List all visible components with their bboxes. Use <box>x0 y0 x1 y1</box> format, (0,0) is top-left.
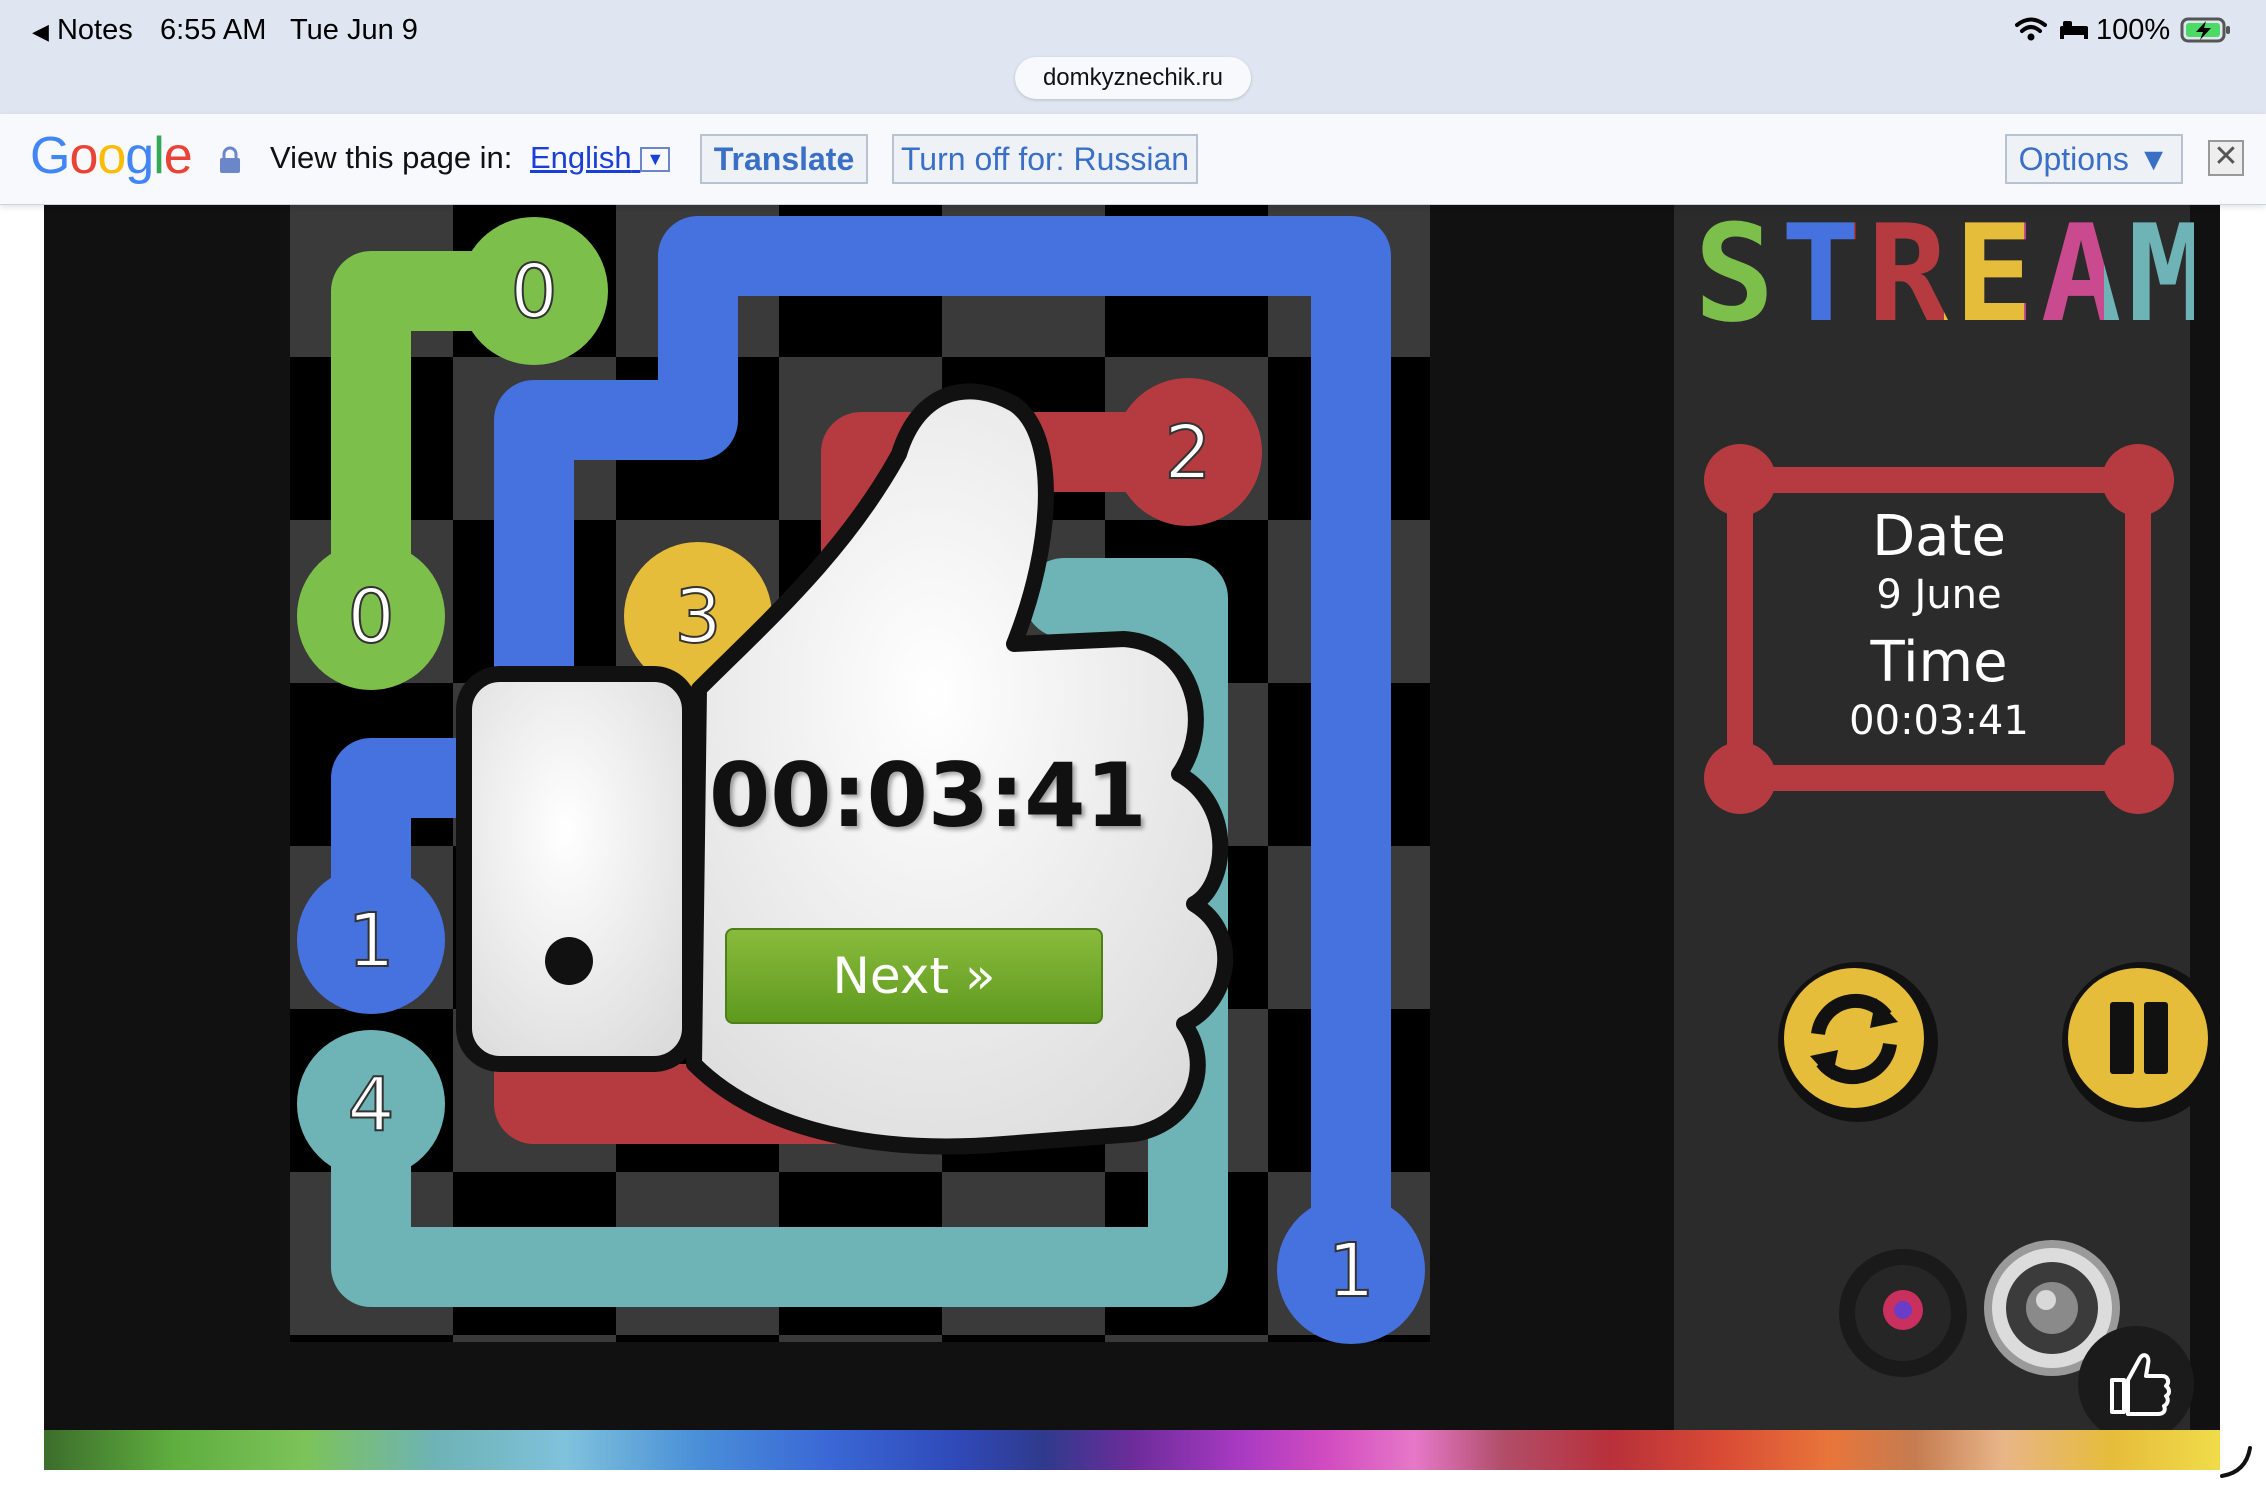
date-value: 9 June <box>1876 572 2002 618</box>
translate-prompt: View this page in: <box>270 140 513 175</box>
date-label: Date <box>1872 504 2006 569</box>
translate-bar: Google View this page in: English ▼ Tran… <box>0 114 2266 205</box>
status-time: 6:55 AM <box>160 14 267 46</box>
battery-percent: 100% <box>2096 14 2171 46</box>
page-margin-right <box>2220 204 2266 1488</box>
endpoint-green-top: 0 <box>460 217 608 365</box>
options-button[interactable]: Options ▼ <box>2005 134 2183 184</box>
like-icon[interactable] <box>2078 1326 2194 1430</box>
dropdown-arrow-icon: ▼ <box>640 147 671 173</box>
battery-charging-icon <box>2180 17 2230 43</box>
status-date: Tue Jun 9 <box>290 14 418 46</box>
wifi-icon <box>2015 17 2047 41</box>
turn-off-button[interactable]: Turn off for: Russian <box>892 134 1198 184</box>
endpoint-number: 1 <box>347 898 394 984</box>
google-logo: Google <box>30 127 193 185</box>
page-margin-left <box>0 204 44 1488</box>
cuff-dot <box>545 937 593 985</box>
side-panel: STREAM Date 9 June Time 00:03:41 <box>1674 204 2220 1430</box>
lock-icon <box>220 146 240 173</box>
url-bar[interactable]: domkyznechik.ru <box>1015 57 1251 99</box>
close-icon[interactable]: ✕ <box>2208 140 2244 176</box>
endpoint-blue-left: 1 <box>297 866 445 1014</box>
page-bottom <box>0 1470 2266 1488</box>
music-icon[interactable] <box>1838 1248 1968 1378</box>
endpoint-number: 0 <box>510 249 557 335</box>
language-select[interactable]: English ▼ <box>530 140 671 176</box>
next-button-label: Next » <box>832 947 996 1005</box>
translate-button[interactable]: Translate <box>700 134 868 184</box>
restart-icon[interactable] <box>1776 960 1940 1124</box>
endpoint-blue-right: 1 <box>1277 1196 1425 1344</box>
color-strip <box>44 1430 2220 1470</box>
game-area: 0 0 2 3 1 4 1 00:03:41 Next » STREAM Dat… <box>44 204 2220 1430</box>
endpoint-number: 1 <box>1327 1228 1374 1314</box>
url-text: domkyznechik.ru <box>1042 64 1224 91</box>
endpoint-number: 4 <box>347 1062 394 1148</box>
back-arrow-icon: ◀ <box>32 19 49 44</box>
info-frame <box>1704 444 2174 814</box>
resize-handle-icon[interactable] <box>2216 1442 2256 1482</box>
pause-icon[interactable] <box>2060 960 2220 1124</box>
game-logo: STREAM <box>1694 204 2215 352</box>
status-bar: ◀ Notes 6:55 AM Tue Jun 9 100% domkyznec… <box>0 0 2266 114</box>
endpoint-number: 3 <box>674 574 721 660</box>
bed-icon <box>2060 21 2088 39</box>
endpoint-green-bottom: 0 <box>297 542 445 690</box>
back-to-notes-link[interactable]: ◀ Notes <box>32 14 133 47</box>
language-value: English <box>530 140 632 175</box>
next-button[interactable]: Next » <box>725 928 1103 1024</box>
endpoint-number: 0 <box>347 574 394 660</box>
endpoint-number: 2 <box>1164 410 1211 496</box>
endpoint-red: 2 <box>1114 378 1262 526</box>
endpoint-teal: 4 <box>297 1030 445 1178</box>
time-label: Time <box>1870 630 2008 695</box>
thumb-cuff <box>456 666 698 1072</box>
time-value: 00:03:41 <box>1849 698 2029 744</box>
popup-time: 00:03:41 <box>709 744 1147 847</box>
